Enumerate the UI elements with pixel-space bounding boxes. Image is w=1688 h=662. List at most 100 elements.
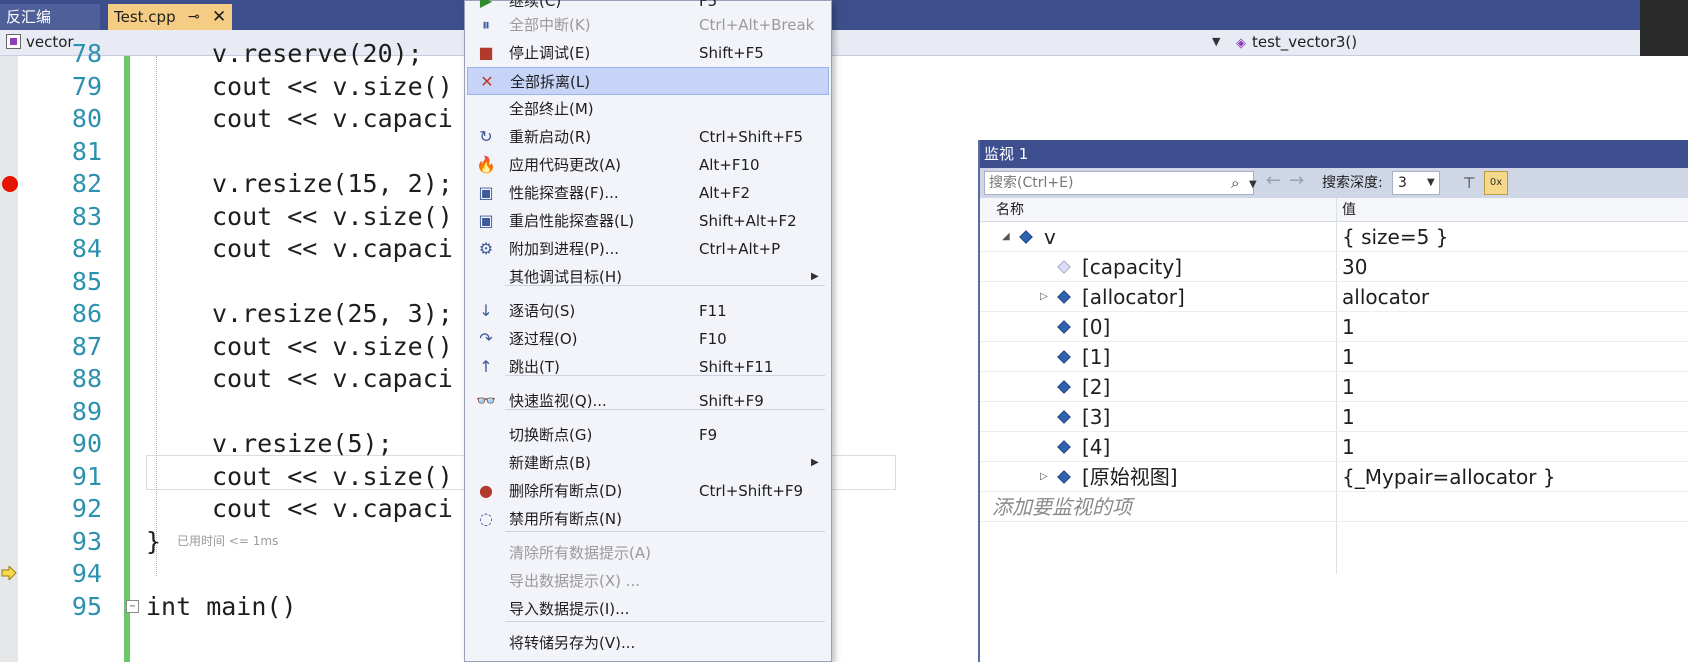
close-icon[interactable]: ✕ bbox=[212, 4, 226, 30]
pin-icon[interactable]: ⊸ bbox=[188, 4, 200, 30]
search-icon[interactable]: ⌕ bbox=[1231, 172, 1239, 194]
code-text[interactable]: cout << v.capaci bbox=[212, 361, 453, 396]
variable-icon bbox=[1057, 380, 1071, 394]
code-text[interactable]: cout << v.size() bbox=[212, 459, 453, 494]
code-text[interactable]: cout << v.size() bbox=[212, 69, 453, 104]
menu-item[interactable]: ↷ 逐过程(O) F10 bbox=[467, 325, 829, 353]
menu-item-icon: ✕ bbox=[480, 72, 494, 91]
menu-item-label: 导出数据提示(X) ... bbox=[509, 572, 641, 590]
watch-item-name: [capacity] bbox=[1082, 255, 1183, 279]
menu-item[interactable]: 将转储另存为(V)... bbox=[467, 629, 829, 657]
code-line[interactable]: 79 cout << v.size() bbox=[0, 69, 1688, 104]
filter-pin-icon[interactable]: ⊤ bbox=[1458, 171, 1480, 195]
menu-item[interactable]: ↑ 跳出(T) Shift+F11 bbox=[467, 353, 829, 381]
watch-window: 监视 1 搜索(Ctrl+E) ⌕ ▼ ←→ 搜索深度: 3 ▼ ⊤ 0x 名称… bbox=[978, 140, 1688, 662]
code-text[interactable]: v.resize(5); bbox=[212, 426, 393, 461]
line-number: 94 bbox=[71, 559, 102, 588]
menu-item[interactable]: 🔥 应用代码更改(A) Alt+F10 bbox=[467, 151, 829, 179]
menu-item[interactable]: ↻ 重新启动(R) Ctrl+Shift+F5 bbox=[467, 123, 829, 151]
code-line[interactable]: 80 cout << v.capaci bbox=[0, 101, 1688, 136]
watch-row[interactable]: ▷ [allocator] allocator bbox=[980, 282, 1688, 312]
expand-arrow-icon[interactable]: ▷ bbox=[1040, 462, 1048, 492]
expand-arrow-icon[interactable]: ▷ bbox=[1040, 282, 1048, 312]
watch-row[interactable]: ◢ v { size=5 } bbox=[980, 222, 1688, 252]
hex-display-toggle[interactable]: 0x bbox=[1484, 171, 1508, 195]
watch-search-input[interactable]: 搜索(Ctrl+E) ⌕ ▼ bbox=[984, 171, 1257, 196]
watch-row[interactable]: ▷ [原始视图] {_Mypair=allocator } bbox=[980, 462, 1688, 492]
menu-item[interactable]: ⏸ 全部中断(K) Ctrl+Alt+Break bbox=[467, 11, 829, 39]
code-text[interactable]: v.resize(15, 2); bbox=[212, 166, 453, 201]
watch-title[interactable]: 监视 1 bbox=[980, 140, 1688, 168]
watch-item-value[interactable]: {_Mypair=allocator } bbox=[1342, 462, 1556, 492]
code-text[interactable]: cout << v.size() bbox=[212, 199, 453, 234]
chevron-down-icon[interactable]: ▼ bbox=[1249, 174, 1257, 196]
menu-item[interactable]: ▣ 性能探查器(F)... Alt+F2 bbox=[467, 179, 829, 207]
search-nav-arrows-icon[interactable]: ←→ bbox=[1266, 170, 1312, 191]
watch-item-value[interactable]: allocator bbox=[1342, 282, 1429, 312]
watch-item-name: [1] bbox=[1082, 345, 1111, 369]
menu-item-shortcut: Shift+F9 bbox=[699, 392, 764, 410]
menu-item[interactable]: ⚙ 附加到进程(P)... Ctrl+Alt+P bbox=[467, 235, 829, 263]
search-depth-select[interactable]: 3 ▼ bbox=[1392, 171, 1440, 195]
menu-item[interactable]: 切换断点(G) F9 bbox=[467, 421, 829, 449]
watch-item-value[interactable]: 30 bbox=[1342, 252, 1367, 282]
collapse-arrow-icon[interactable]: ◢ bbox=[1002, 222, 1010, 252]
watch-item-value[interactable]: { size=5 } bbox=[1342, 222, 1448, 252]
line-number: 81 bbox=[71, 136, 102, 166]
watch-item-value[interactable]: 1 bbox=[1342, 312, 1355, 342]
line-number: 82 bbox=[71, 169, 102, 198]
line-number: 83 bbox=[71, 201, 102, 231]
code-text[interactable]: cout << v.size() bbox=[212, 329, 453, 364]
column-value[interactable]: 值 bbox=[1342, 198, 1356, 222]
line-number: 80 bbox=[71, 104, 102, 133]
add-watch-placeholder[interactable]: 添加要监视的项 bbox=[992, 492, 1132, 522]
menu-item-shortcut: F11 bbox=[699, 302, 727, 320]
watch-row[interactable]: [2] 1 bbox=[980, 372, 1688, 402]
menu-item[interactable]: ■ 停止调试(E) Shift+F5 bbox=[467, 39, 829, 67]
code-line[interactable]: 78 v.reserve(20); bbox=[0, 36, 1688, 71]
code-text[interactable]: v.reserve(20); bbox=[212, 36, 423, 71]
menu-item[interactable]: 清除所有数据提示(A) bbox=[467, 539, 829, 567]
code-text[interactable]: cout << v.capaci bbox=[212, 491, 453, 526]
watch-row[interactable]: [4] 1 bbox=[980, 432, 1688, 462]
code-text[interactable]: cout << v.capaci bbox=[212, 231, 453, 266]
watch-row[interactable]: [capacity] 30 bbox=[980, 252, 1688, 282]
line-number: 86 bbox=[71, 299, 102, 328]
menu-item[interactable]: ✕ 全部拆离(L) bbox=[467, 67, 829, 95]
code-text[interactable]: int main() bbox=[146, 589, 297, 624]
menu-item[interactable]: ◌ 禁用所有断点(N) bbox=[467, 505, 829, 533]
menu-item[interactable]: 全部终止(M) bbox=[467, 95, 829, 123]
menu-item[interactable]: 新建断点(B) ▶ bbox=[467, 449, 829, 477]
line-number: 89 bbox=[71, 396, 102, 426]
watch-row[interactable]: [3] 1 bbox=[980, 402, 1688, 432]
menu-item-label: 重新启动(R) bbox=[509, 128, 592, 146]
fold-toggle-icon[interactable]: − bbox=[126, 599, 139, 613]
menu-item-shortcut: Shift+F5 bbox=[699, 44, 764, 62]
watch-item-value[interactable]: 1 bbox=[1342, 342, 1355, 372]
menu-item[interactable]: 👓 快速监视(Q)... Shift+F9 bbox=[467, 387, 829, 415]
menu-item[interactable]: 其他调试目标(H) ▶ bbox=[467, 263, 829, 291]
menu-item[interactable]: ▣ 重启性能探查器(L) Shift+Alt+F2 bbox=[467, 207, 829, 235]
watch-item-value[interactable]: 1 bbox=[1342, 372, 1355, 402]
code-text[interactable]: cout << v.capaci bbox=[212, 101, 453, 136]
code-text[interactable]: v.resize(25, 3); bbox=[212, 296, 453, 331]
tab-disassembly[interactable]: 反汇编 bbox=[0, 4, 100, 30]
menu-item[interactable]: 导入数据提示(I)... bbox=[467, 595, 829, 623]
menu-item-label: 全部拆离(L) bbox=[510, 73, 591, 91]
variable-icon bbox=[1057, 440, 1071, 454]
line-number: 87 bbox=[71, 331, 102, 361]
menu-item[interactable]: ↓ 逐语句(S) F11 bbox=[467, 297, 829, 325]
menu-item[interactable]: 导出数据提示(X) ... bbox=[467, 567, 829, 595]
menu-item-shortcut: Alt+F10 bbox=[699, 156, 760, 174]
code-text[interactable]: } bbox=[146, 524, 161, 559]
watch-row[interactable]: [1] 1 bbox=[980, 342, 1688, 372]
watch-item-value[interactable]: 1 bbox=[1342, 402, 1355, 432]
watch-item-value[interactable]: 1 bbox=[1342, 432, 1355, 462]
menu-item-icon: 👓 bbox=[476, 391, 496, 410]
menu-item[interactable]: ● 删除所有断点(D) Ctrl+Shift+F9 bbox=[467, 477, 829, 505]
line-number: 91 bbox=[71, 461, 102, 491]
watch-row[interactable]: [0] 1 bbox=[980, 312, 1688, 342]
menu-item-label: 性能探查器(F)... bbox=[509, 184, 619, 202]
column-name[interactable]: 名称 bbox=[996, 198, 1024, 222]
watch-add-row[interactable]: 添加要监视的项 bbox=[980, 492, 1688, 522]
